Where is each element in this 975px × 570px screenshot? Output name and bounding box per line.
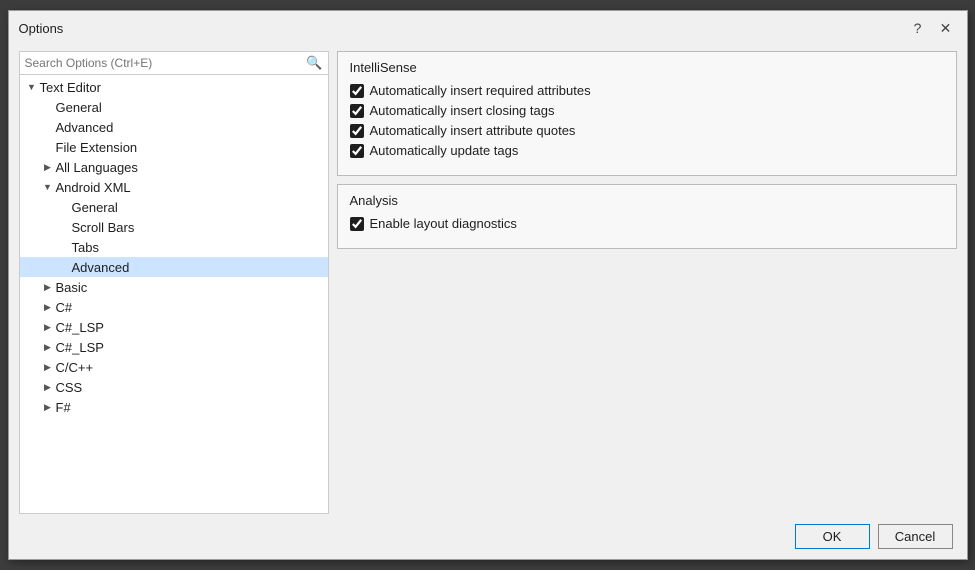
expander-csharp	[40, 299, 56, 315]
ok-button[interactable]: OK	[795, 524, 870, 549]
tree-item-csharp-lsp-1[interactable]: C#_LSP	[20, 317, 328, 337]
expander-android-xml-advanced	[56, 259, 72, 275]
expander-fsharp	[40, 399, 56, 415]
tree-label-android-xml: Android XML	[56, 180, 131, 195]
auto-insert-required-row: Automatically insert required attributes	[350, 83, 944, 98]
tree-label-css: CSS	[56, 380, 83, 395]
expander-android-xml-scrollbars	[56, 219, 72, 235]
expander-csharp-lsp-1	[40, 319, 56, 335]
tree-item-csharp-lsp-2[interactable]: C#_LSP	[20, 337, 328, 357]
tree-label-file-extension: File Extension	[56, 140, 138, 155]
tree-label-cpp: C/C++	[56, 360, 94, 375]
tree-item-android-xml-advanced[interactable]: Advanced	[20, 257, 328, 277]
tree-view: Text Editor General Advanced File Extens…	[20, 75, 328, 513]
tree-label-advanced: Advanced	[56, 120, 114, 135]
expander-css	[40, 379, 56, 395]
auto-insert-quotes-row: Automatically insert attribute quotes	[350, 123, 944, 138]
tree-label-general: General	[56, 100, 102, 115]
auto-insert-quotes-label: Automatically insert attribute quotes	[370, 123, 576, 138]
expander-file-extension	[40, 139, 56, 155]
dialog-title: Options	[19, 21, 64, 36]
tree-item-android-xml[interactable]: Android XML	[20, 177, 328, 197]
right-panel: IntelliSense Automatically insert requir…	[337, 51, 957, 514]
expander-cpp	[40, 359, 56, 375]
expander-csharp-lsp-2	[40, 339, 56, 355]
tree-item-fsharp[interactable]: F#	[20, 397, 328, 417]
tree-label-android-xml-tabs: Tabs	[72, 240, 99, 255]
tree-label-csharp-lsp-1: C#_LSP	[56, 320, 104, 335]
tree-item-android-xml-tabs[interactable]: Tabs	[20, 237, 328, 257]
auto-update-tags-checkbox[interactable]	[350, 144, 364, 158]
tree-item-advanced[interactable]: Advanced	[20, 117, 328, 137]
expander-android-xml-general	[56, 199, 72, 215]
analysis-section: Analysis Enable layout diagnostics	[337, 184, 957, 249]
expander-all-languages	[40, 159, 56, 175]
search-container: 🔍	[20, 52, 328, 75]
expander-advanced	[40, 119, 56, 135]
tree-item-all-languages[interactable]: All Languages	[20, 157, 328, 177]
tree-label-android-xml-scrollbars: Scroll Bars	[72, 220, 135, 235]
search-icon: 🔍	[306, 55, 322, 71]
analysis-title: Analysis	[350, 193, 944, 208]
tree-item-cpp[interactable]: C/C++	[20, 357, 328, 377]
dialog-body: 🔍 Text Editor General Advanced	[9, 43, 967, 514]
title-bar: Options ? ✕	[9, 11, 967, 43]
expander-android-xml	[40, 179, 56, 195]
tree-label-text-editor: Text Editor	[40, 80, 101, 95]
left-panel: 🔍 Text Editor General Advanced	[19, 51, 329, 514]
tree-label-csharp-lsp-2: C#_LSP	[56, 340, 104, 355]
enable-layout-diagnostics-row: Enable layout diagnostics	[350, 216, 944, 231]
tree-label-android-xml-advanced: Advanced	[72, 260, 130, 275]
tree-item-basic[interactable]: Basic	[20, 277, 328, 297]
enable-layout-diagnostics-checkbox[interactable]	[350, 217, 364, 231]
expander-general	[40, 99, 56, 115]
auto-insert-quotes-checkbox[interactable]	[350, 124, 364, 138]
auto-update-tags-label: Automatically update tags	[370, 143, 519, 158]
tree-label-csharp: C#	[56, 300, 73, 315]
tree-label-fsharp: F#	[56, 400, 71, 415]
dialog-footer: OK Cancel	[9, 514, 967, 559]
auto-insert-required-label: Automatically insert required attributes	[370, 83, 591, 98]
auto-update-tags-row: Automatically update tags	[350, 143, 944, 158]
tree-label-android-xml-general: General	[72, 200, 118, 215]
expander-android-xml-tabs	[56, 239, 72, 255]
title-bar-buttons: ? ✕	[907, 17, 957, 39]
expander-text-editor	[24, 79, 40, 95]
tree-item-file-extension[interactable]: File Extension	[20, 137, 328, 157]
help-button[interactable]: ?	[907, 17, 929, 39]
auto-insert-closing-row: Automatically insert closing tags	[350, 103, 944, 118]
auto-insert-required-checkbox[interactable]	[350, 84, 364, 98]
tree-item-css[interactable]: CSS	[20, 377, 328, 397]
tree-item-android-xml-scrollbars[interactable]: Scroll Bars	[20, 217, 328, 237]
tree-item-android-xml-general[interactable]: General	[20, 197, 328, 217]
cancel-button[interactable]: Cancel	[878, 524, 953, 549]
intellisense-section: IntelliSense Automatically insert requir…	[337, 51, 957, 176]
tree-item-general[interactable]: General	[20, 97, 328, 117]
tree-label-all-languages: All Languages	[56, 160, 138, 175]
tree-label-basic: Basic	[56, 280, 88, 295]
intellisense-title: IntelliSense	[350, 60, 944, 75]
expander-basic	[40, 279, 56, 295]
tree-item-csharp[interactable]: C#	[20, 297, 328, 317]
options-dialog: Options ? ✕ 🔍 Text Editor Genera	[8, 10, 968, 560]
search-input[interactable]	[25, 56, 307, 70]
enable-layout-diagnostics-label: Enable layout diagnostics	[370, 216, 517, 231]
close-button[interactable]: ✕	[935, 17, 957, 39]
tree-item-text-editor[interactable]: Text Editor	[20, 77, 328, 97]
auto-insert-closing-checkbox[interactable]	[350, 104, 364, 118]
auto-insert-closing-label: Automatically insert closing tags	[370, 103, 555, 118]
